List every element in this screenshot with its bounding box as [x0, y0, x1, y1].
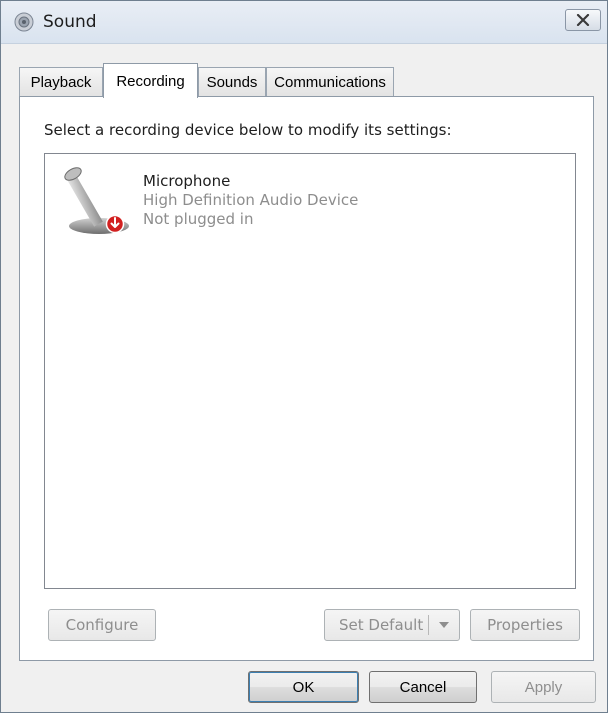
tab-sounds[interactable]: Sounds	[198, 67, 266, 97]
device-name: Microphone	[143, 172, 231, 190]
tab-label: Recording	[116, 72, 185, 90]
set-default-button[interactable]: Set Default	[324, 609, 460, 641]
cancel-button[interactable]: Cancel	[369, 671, 477, 703]
apply-button[interactable]: Apply	[491, 671, 596, 703]
configure-button[interactable]: Configure	[48, 609, 156, 641]
split-divider	[428, 615, 429, 635]
recording-tab-panel: Select a recording device below to modif…	[19, 96, 594, 661]
close-icon	[576, 14, 590, 26]
unplugged-icon	[105, 214, 125, 234]
tab-communications[interactable]: Communications	[266, 67, 394, 97]
sound-dialog: Sound Playback Recording Sounds Communic…	[0, 0, 608, 713]
speaker-icon	[14, 12, 34, 32]
window-title: Sound	[43, 12, 97, 32]
title-bar[interactable]: Sound	[1, 1, 607, 44]
cancel-label: Cancel	[399, 678, 447, 696]
set-default-label: Set Default	[339, 616, 424, 634]
instruction-text: Select a recording device below to modif…	[44, 121, 452, 139]
tab-label: Sounds	[206, 74, 258, 91]
properties-button[interactable]: Properties	[470, 609, 580, 641]
properties-label: Properties	[487, 616, 563, 634]
tab-recording[interactable]: Recording	[103, 63, 198, 98]
tab-label: Playback	[30, 74, 92, 91]
list-item[interactable]: Microphone High Definition Audio Device …	[53, 160, 383, 240]
tab-label: Communications	[274, 74, 386, 91]
ok-button[interactable]: OK	[248, 671, 359, 703]
device-status: Not plugged in	[143, 210, 254, 228]
device-list[interactable]: Microphone High Definition Audio Device …	[44, 153, 576, 589]
device-info: Microphone High Definition Audio Device …	[143, 172, 358, 229]
apply-label: Apply	[524, 678, 563, 696]
ok-label: OK	[292, 678, 315, 696]
configure-label: Configure	[65, 616, 139, 634]
device-description: High Definition Audio Device	[143, 191, 359, 209]
chevron-down-icon[interactable]	[438, 620, 450, 630]
tab-playback[interactable]: Playback	[19, 67, 103, 97]
close-button[interactable]	[565, 9, 601, 31]
